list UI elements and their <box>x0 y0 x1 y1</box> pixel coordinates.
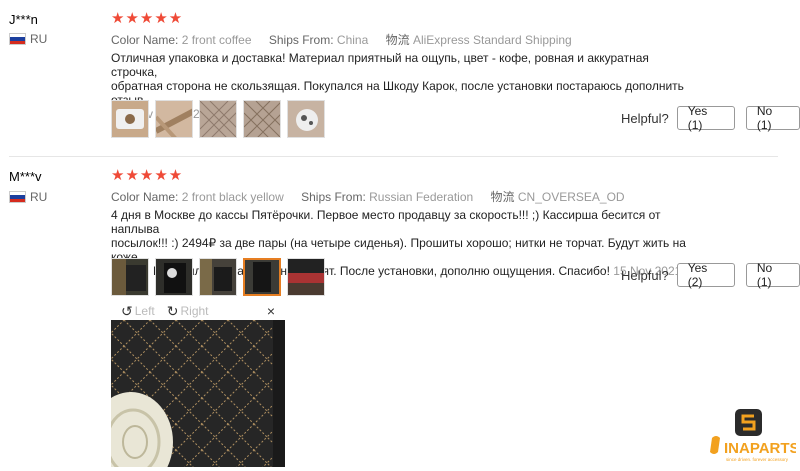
reviewer-name: J***n <box>9 12 38 27</box>
star-rating: ★★★★★ <box>111 167 184 184</box>
country-code: RU <box>30 32 48 46</box>
review-photo-thumbnail[interactable] <box>155 100 193 138</box>
review-photos <box>111 258 325 296</box>
review-photo-thumbnail-selected[interactable] <box>243 258 281 296</box>
rotate-left-icon[interactable]: ↺ <box>121 303 133 320</box>
order-info: Color Name: 2 front black yellow Ships F… <box>111 188 639 205</box>
helpful-label: Helpful? <box>621 267 669 283</box>
color-label: Color Name: <box>111 190 179 204</box>
ships-label: Ships From: <box>268 33 334 47</box>
russia-flag-icon <box>9 191 26 203</box>
shipping-value: AliExpress Standard Shipping <box>412 33 572 47</box>
review-divider <box>9 156 778 157</box>
shipping-label: 物流 <box>385 33 410 47</box>
review-photo-thumbnail[interactable] <box>287 100 325 138</box>
review-photo-thumbnail[interactable] <box>287 258 325 296</box>
review-photo-thumbnail[interactable] <box>111 100 149 138</box>
close-icon[interactable]: × <box>267 303 275 319</box>
ships-label: Ships From: <box>301 190 366 204</box>
svg-text:since driven. forever accessor: since driven. forever accessory <box>726 457 789 462</box>
review-photo-thumbnail[interactable] <box>199 100 237 138</box>
helpful-yes-button[interactable]: Yes (2) <box>676 261 735 289</box>
helpful-no-button[interactable]: No (1) <box>745 104 800 132</box>
helpful-yes-button[interactable]: Yes (1) <box>676 104 735 132</box>
helpful-vote: Helpful? Yes (2) No (1) <box>621 261 800 289</box>
reviewer-country: RU <box>9 32 47 46</box>
shipping-value: CN_OVERSEA_OD <box>517 190 625 204</box>
helpful-label: Helpful? <box>621 110 669 126</box>
review-photo-thumbnail[interactable] <box>111 258 149 296</box>
star-rating: ★★★★★ <box>111 10 184 27</box>
photo-viewer-toolbar: ↺ Left ↻ Right × <box>111 303 285 320</box>
shipping-label: 物流 <box>490 190 515 204</box>
order-info: Color Name: 2 front coffee Ships From: C… <box>111 31 586 48</box>
review-photo-thumbnail[interactable] <box>243 100 281 138</box>
review-photo-thumbnail[interactable] <box>155 258 193 296</box>
ships-value: China <box>336 33 369 47</box>
review-photos <box>111 100 325 138</box>
brand-logo: INAPARTS since driven. forever accessory <box>706 408 800 466</box>
helpful-no-button[interactable]: No (1) <box>745 261 800 289</box>
rotate-right-label[interactable]: Right <box>180 304 208 318</box>
photo-viewer: ↺ Left ↻ Right × <box>111 303 285 467</box>
rotate-left-label[interactable]: Left <box>135 304 155 318</box>
review-photo-thumbnail[interactable] <box>199 258 237 296</box>
photo-viewer-image <box>111 320 285 467</box>
ships-value: Russian Federation <box>369 190 474 204</box>
review-text-line: 4 дня в Москве до кассы Пятёрочки. Перво… <box>111 208 661 236</box>
color-label: Color Name: <box>111 33 179 47</box>
country-code: RU <box>30 190 48 204</box>
reviewer-country: RU <box>9 190 47 204</box>
russia-flag-icon <box>9 33 26 45</box>
rotate-right-icon[interactable]: ↻ <box>167 303 179 320</box>
review-text-line: Отличная упаковка и доставка! Материал п… <box>111 51 649 79</box>
helpful-vote: Helpful? Yes (1) No (1) <box>621 104 800 132</box>
color-value: 2 front black yellow <box>181 190 284 204</box>
color-value: 2 front coffee <box>181 33 252 47</box>
reviewer-name: M***v <box>9 169 42 184</box>
svg-text:INAPARTS: INAPARTS <box>724 440 796 457</box>
